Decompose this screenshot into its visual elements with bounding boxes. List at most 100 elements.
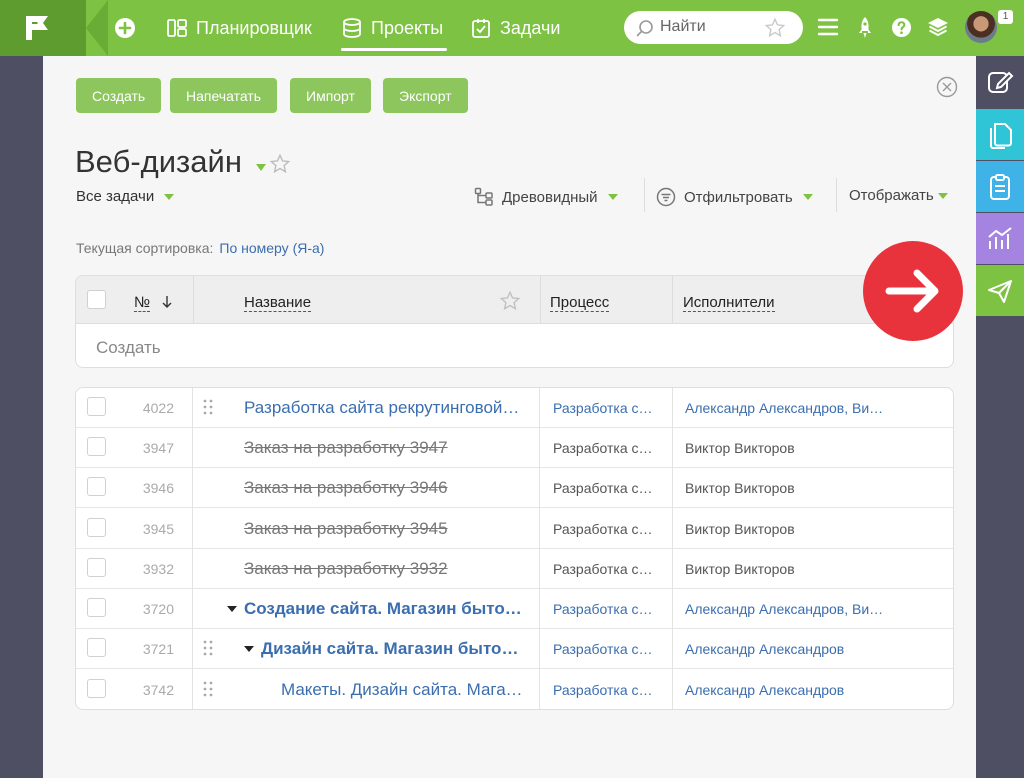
table-header: № Название Процесс Исполнители Создать [75,275,954,368]
display-selector[interactable]: Отображать [849,187,948,204]
title-dropdown-icon[interactable] [256,164,266,171]
row-checkbox[interactable] [87,518,106,537]
create-task-row[interactable]: Создать [96,338,161,358]
sidebar-notes[interactable] [976,161,1024,212]
row-process[interactable]: Разработка сайта [553,641,659,657]
row-executors[interactable]: Александр Александров [685,641,885,657]
row-name[interactable]: Заказ на разработку 3945 [244,519,524,539]
sidebar-edit[interactable] [976,56,1024,107]
row-name[interactable]: Дизайн сайта. Магазин бытовой техники [261,639,525,659]
menu-icon[interactable] [818,18,838,36]
row-executors[interactable]: Александр Александров, Виктор Викторов [685,601,885,617]
clipboard-icon [990,173,1010,200]
row-executors[interactable]: Александр Александров [685,682,885,698]
row-executors[interactable]: Виктор Викторов [685,440,885,456]
row-process[interactable]: Разработка сайта [553,682,659,698]
next-arrow-button[interactable] [863,241,963,341]
expand-caret-icon[interactable] [227,606,237,612]
nav-projects-label: Проекты [371,17,444,38]
column-name[interactable]: Название [244,294,312,312]
row-process[interactable]: Разработка сайта [553,400,659,416]
row-id: 3742 [142,682,174,698]
row-name[interactable]: Заказ на разработку 3946 [244,478,524,498]
row-name[interactable]: Макеты. Дизайн сайта. Магазин бытовой те… [281,680,527,700]
table-row[interactable]: 4022 Разработка сайта рекрутинговой комп… [76,388,953,428]
table-row[interactable]: 3742 Макеты. Дизайн сайта. Магазин бытов… [76,670,953,709]
filter-selector[interactable]: Отфильтровать [656,187,813,207]
sidebar-send[interactable] [976,265,1024,316]
chart-icon [988,226,1012,249]
search-input[interactable] [660,17,760,37]
rocket-icon[interactable] [856,16,874,40]
nav-active-indicator [341,48,447,51]
row-process[interactable]: Разработка сайта [553,601,659,617]
divider [672,276,673,324]
filter-icon [656,187,676,207]
layers-icon[interactable] [927,16,949,38]
row-checkbox[interactable] [87,679,106,698]
divider [836,178,837,212]
row-id: 3947 [142,440,174,456]
table-row[interactable]: 3945 Заказ на разработку 3945 Разработка… [76,509,953,549]
filter-label: Отфильтровать [684,188,793,206]
drag-handle-icon[interactable] [203,398,213,416]
add-circle-icon[interactable] [114,17,136,39]
tree-mode-label: Древовидный [502,188,598,206]
column-number[interactable]: № [134,294,151,312]
row-checkbox[interactable] [87,397,106,416]
star-icon[interactable] [764,17,786,39]
logo[interactable] [0,0,86,56]
column-process[interactable]: Процесс [550,294,610,312]
view-selector[interactable]: Все задачи [76,188,175,205]
sidebar-documents[interactable] [976,109,1024,160]
row-checkbox[interactable] [87,598,106,617]
import-button[interactable]: Импорт [290,78,371,113]
nav-planner[interactable]: Планировщик [166,0,312,56]
row-checkbox[interactable] [87,558,106,577]
drag-handle-icon[interactable] [203,680,213,698]
close-icon[interactable] [936,76,958,98]
row-executors[interactable]: Виктор Викторов [685,521,885,537]
star-icon[interactable] [499,290,521,312]
row-checkbox[interactable] [87,638,106,657]
sort-value-link[interactable]: По номеру (Я-а) [219,240,324,256]
row-process[interactable]: Разработка сайта [553,521,659,537]
row-process[interactable]: Разработка сайта [553,440,659,456]
tree-mode-selector[interactable]: Древовидный [474,187,618,207]
row-process[interactable]: Разработка сайта [553,480,659,496]
row-checkbox[interactable] [87,437,106,456]
row-name[interactable]: Заказ на разработку 3947 [244,438,524,458]
help-icon[interactable] [891,17,912,38]
chevron-down-icon [164,193,175,200]
sort-arrow-down-icon[interactable] [162,295,172,309]
table-row[interactable]: 3932 Заказ на разработку 3932 Разработка… [76,549,953,589]
export-button[interactable]: Экспорт [383,78,468,113]
select-all-checkbox[interactable] [87,290,106,309]
print-button[interactable]: Напечатать [170,78,278,113]
expand-caret-icon[interactable] [244,646,254,652]
logo-tab-shape [86,0,108,56]
drag-handle-icon[interactable] [203,639,213,657]
row-executors[interactable]: Александр Александров, Виктор Викторов [685,400,885,416]
create-button[interactable]: Создать [76,78,162,113]
row-name[interactable]: Разработка сайта рекрутинговой компании [244,398,524,418]
row-executors[interactable]: Виктор Викторов [685,480,885,496]
favorite-star-icon[interactable] [269,153,291,175]
nav-tasks[interactable]: Задачи [470,0,560,56]
table-header-row: № Название Процесс Исполнители [76,276,953,324]
table-row[interactable]: 3946 Заказ на разработку 3946 Разработка… [76,468,953,508]
table-row[interactable]: 3947 Заказ на разработку 3947 Разработка… [76,428,953,468]
arrow-right-icon [885,269,939,313]
sort-label: Текущая сортировка: [76,240,214,256]
table-row[interactable]: 3720 Создание сайта. Магазин бытовой тех… [76,589,953,629]
user-avatar[interactable] [965,11,997,43]
table-row[interactable]: 3721 Дизайн сайта. Магазин бытовой техни… [76,629,953,669]
nav-tasks-label: Задачи [500,17,561,38]
row-process[interactable]: Разработка сайта [553,561,659,577]
row-name[interactable]: Создание сайта. Магазин бытовой техники [244,599,527,619]
column-executors[interactable]: Исполнители [683,294,775,312]
row-checkbox[interactable] [87,477,106,496]
row-name[interactable]: Заказ на разработку 3932 [244,559,524,579]
row-executors[interactable]: Виктор Викторов [685,561,885,577]
sidebar-reports[interactable] [976,213,1024,264]
